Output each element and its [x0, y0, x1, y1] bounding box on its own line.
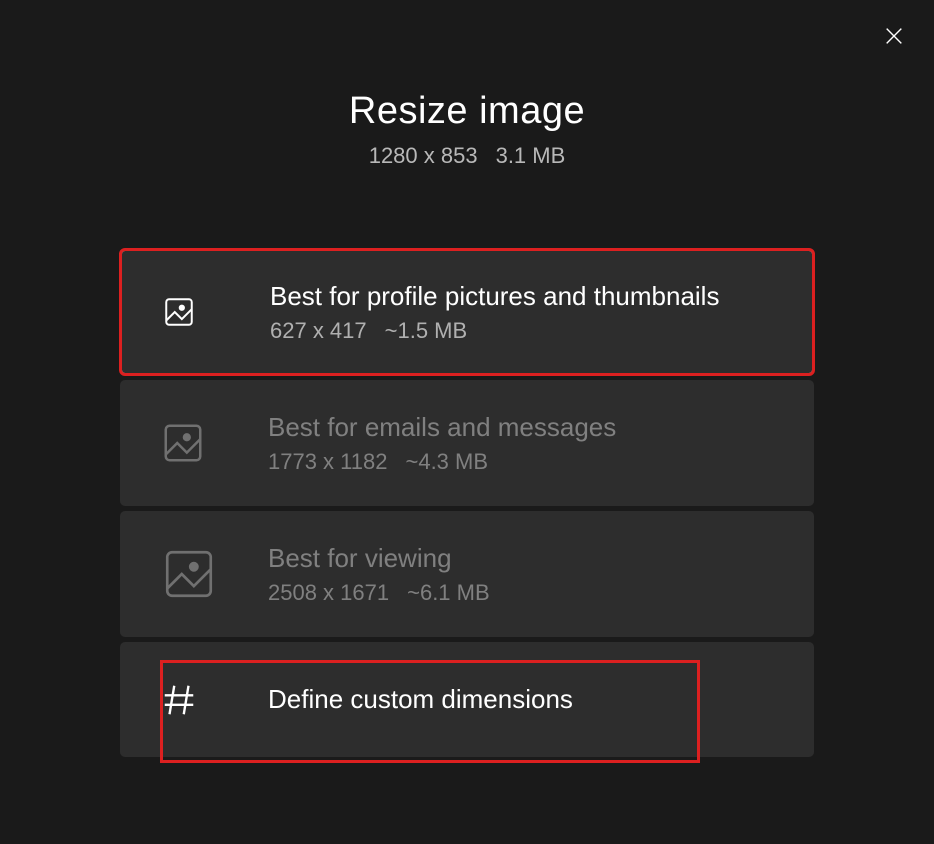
- option-title: Define custom dimensions: [268, 683, 774, 717]
- option-filesize: ~4.3 MB: [405, 449, 488, 474]
- image-filesize: 3.1 MB: [496, 143, 566, 168]
- option-details: 627 x 417 ~1.5 MB: [270, 318, 772, 344]
- option-filesize: ~1.5 MB: [385, 318, 468, 343]
- option-dimensions: 627 x 417: [270, 318, 367, 343]
- resize-option-emails[interactable]: Best for emails and messages 1773 x 1182…: [120, 380, 814, 506]
- resize-options-list: Best for profile pictures and thumbnails…: [0, 249, 934, 757]
- dialog-header: Resize image 1280 x 853 3.1 MB: [0, 0, 934, 169]
- option-details: 2508 x 1671 ~6.1 MB: [268, 580, 774, 606]
- image-icon: [160, 545, 220, 603]
- option-text: Best for emails and messages 1773 x 1182…: [268, 411, 774, 475]
- option-text: Define custom dimensions: [268, 683, 774, 717]
- image-icon: [160, 420, 220, 466]
- close-button[interactable]: [878, 20, 910, 52]
- option-filesize: ~6.1 MB: [407, 580, 490, 605]
- option-title: Best for emails and messages: [268, 411, 774, 445]
- option-text: Best for profile pictures and thumbnails…: [270, 280, 772, 344]
- image-dimensions: 1280 x 853: [369, 143, 478, 168]
- option-dimensions: 1773 x 1182: [268, 449, 387, 474]
- option-title: Best for viewing: [268, 542, 774, 576]
- option-details: 1773 x 1182 ~4.3 MB: [268, 449, 774, 475]
- hash-icon: [160, 681, 220, 719]
- option-dimensions: 2508 x 1671: [268, 580, 389, 605]
- image-icon: [162, 295, 222, 329]
- resize-option-custom[interactable]: Define custom dimensions: [120, 642, 814, 757]
- image-info: 1280 x 853 3.1 MB: [0, 143, 934, 169]
- resize-option-viewing[interactable]: Best for viewing 2508 x 1671 ~6.1 MB: [120, 511, 814, 637]
- option-text: Best for viewing 2508 x 1671 ~6.1 MB: [268, 542, 774, 606]
- resize-option-thumbnails[interactable]: Best for profile pictures and thumbnails…: [120, 249, 814, 375]
- option-title: Best for profile pictures and thumbnails: [270, 280, 772, 314]
- dialog-title: Resize image: [0, 90, 934, 133]
